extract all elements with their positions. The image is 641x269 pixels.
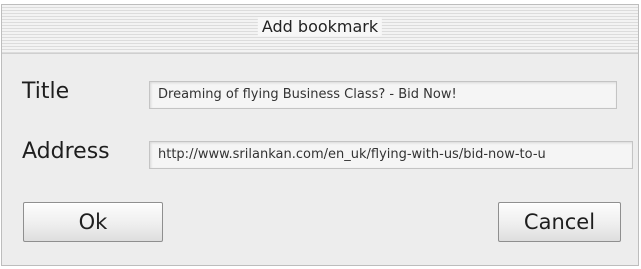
title-field[interactable]: Dreaming of flying Business Class? - Bid…	[149, 81, 617, 109]
dialog-titlebar: Add bookmark	[2, 5, 638, 54]
ok-button[interactable]: Ok	[23, 202, 163, 242]
dialog-title: Add bookmark	[257, 17, 383, 36]
add-bookmark-dialog: Add bookmark Title Dreaming of flying Bu…	[1, 4, 639, 266]
address-label: Address	[22, 139, 110, 164]
cancel-button[interactable]: Cancel	[498, 202, 621, 242]
title-label: Title	[22, 79, 70, 104]
address-field[interactable]: http://www.srilankan.com/en_uk/flying-wi…	[149, 141, 633, 169]
